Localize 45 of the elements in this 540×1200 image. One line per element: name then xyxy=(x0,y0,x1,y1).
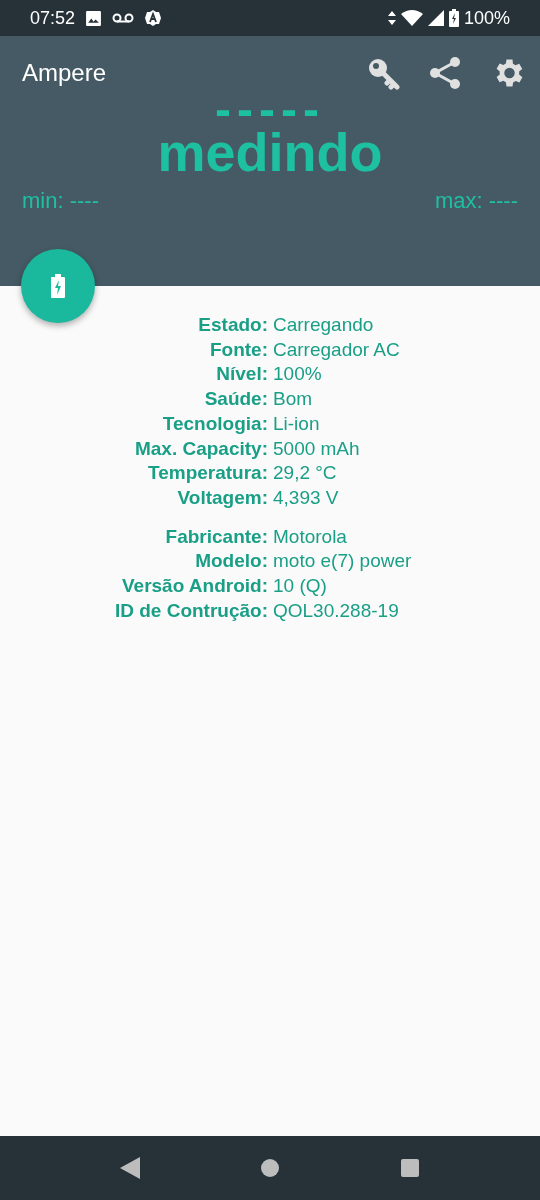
voicemail-icon xyxy=(112,12,135,24)
clock: 07:52 xyxy=(30,7,76,29)
signal-icon xyxy=(427,10,444,26)
info-label: Fonte: xyxy=(209,337,268,362)
info-label: Versão Android: xyxy=(121,574,268,599)
wifi-icon xyxy=(400,10,423,26)
battery-charging-icon xyxy=(51,274,65,298)
info-value: Bom xyxy=(273,387,313,412)
info-value: 4,393 V xyxy=(273,485,339,510)
back-icon[interactable] xyxy=(120,1157,140,1179)
battery-button[interactable] xyxy=(21,249,95,323)
info-value: 100% xyxy=(273,362,322,387)
measuring-status: medindo xyxy=(157,122,383,182)
info-value: QOL30.288-19 xyxy=(273,598,399,623)
info-value: 29,2 °C xyxy=(273,461,337,486)
info-label: ID de Contrução: xyxy=(114,598,268,623)
info-label: Saúde: xyxy=(204,387,268,412)
share-icon[interactable] xyxy=(428,56,462,90)
info-label: Modelo: xyxy=(195,549,268,574)
home-icon[interactable] xyxy=(260,1158,280,1178)
info-label: Fabricante: xyxy=(165,524,268,549)
battery-charging-icon xyxy=(448,9,459,27)
letter-a-icon xyxy=(144,9,163,27)
info-value: Li-ion xyxy=(273,411,320,436)
info-label: Temperatura: xyxy=(148,461,268,486)
info-label: Nível: xyxy=(216,362,268,387)
info-value: 10 (Q) xyxy=(273,574,327,599)
current-reading: ----- xyxy=(215,100,325,120)
info-value: Motorola xyxy=(273,524,347,549)
info-value: moto e(7) power xyxy=(273,549,412,574)
info-value: Carregador AC xyxy=(273,337,400,362)
max-reading: max: ---- xyxy=(434,188,518,214)
recents-icon[interactable] xyxy=(400,1158,420,1178)
info-label: Estado: xyxy=(198,313,268,337)
info-value: 5000 mAh xyxy=(273,436,360,461)
info-label: Voltagem: xyxy=(177,485,268,510)
info-label: Max. Capacity: xyxy=(134,436,268,461)
app-title: Ampere xyxy=(22,59,107,87)
data-arrows-icon xyxy=(387,11,396,25)
battery-percent: 100% xyxy=(463,7,510,29)
image-icon xyxy=(85,9,103,27)
info-value: Carregando xyxy=(273,313,374,337)
min-reading: min: ---- xyxy=(22,188,99,214)
key-icon[interactable] xyxy=(366,56,400,90)
info-label: Tecnologia: xyxy=(162,411,268,436)
